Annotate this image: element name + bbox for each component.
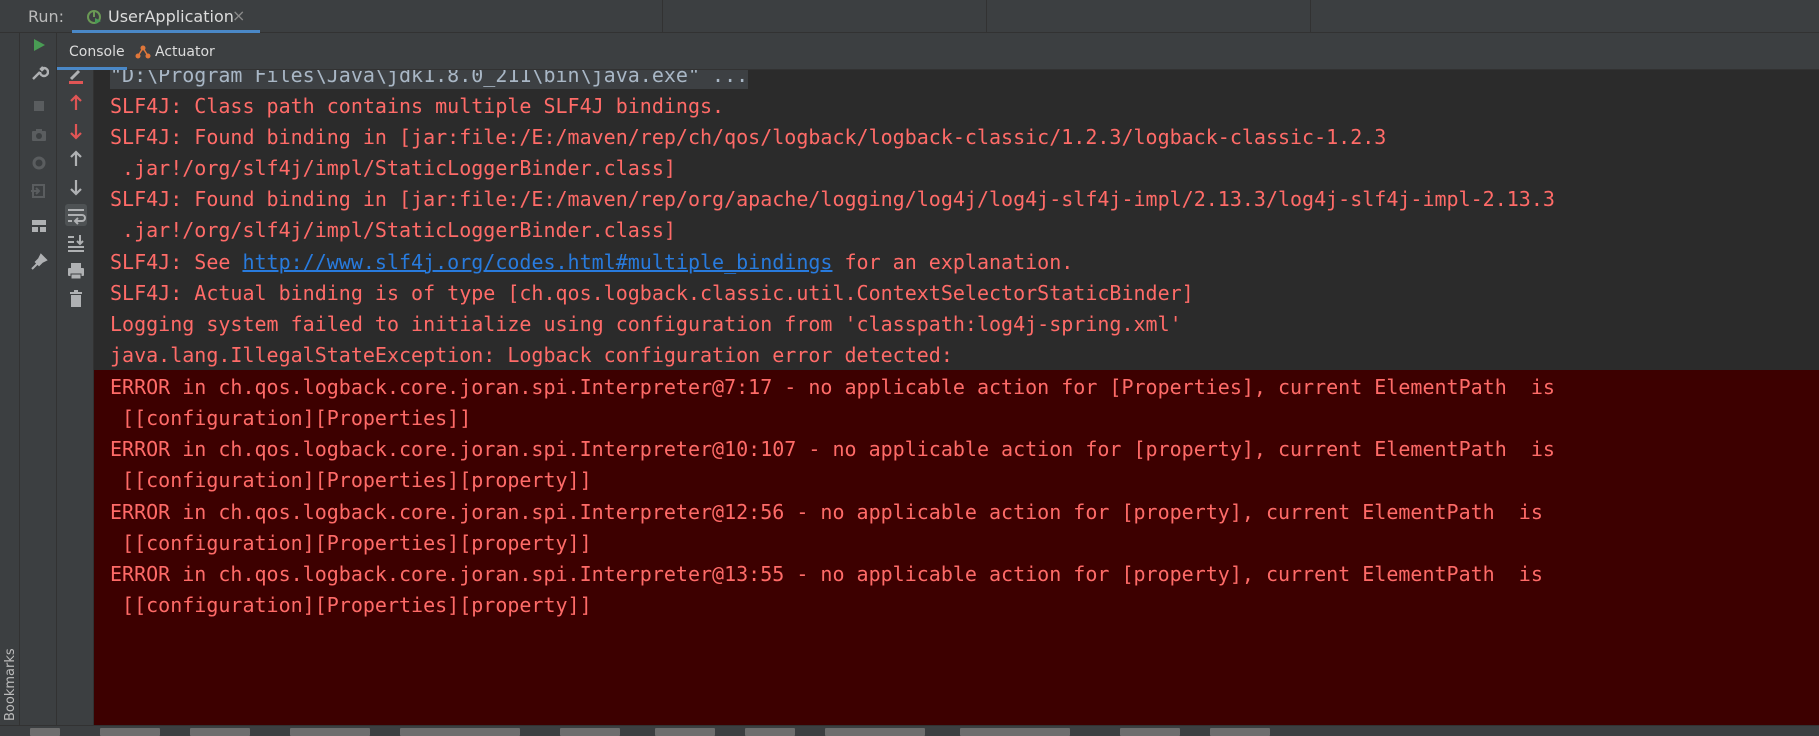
tool-window-button[interactable] — [745, 728, 795, 736]
soft-wrap-icon[interactable] — [65, 204, 87, 226]
divider — [1310, 0, 1311, 33]
layout-icon[interactable] — [29, 216, 49, 236]
run-icon[interactable] — [29, 35, 49, 55]
tab-user-application[interactable]: UserApplication × — [72, 0, 260, 33]
error-line: [[configuration][Properties][property]] — [110, 593, 592, 617]
clear-icon[interactable] — [65, 64, 87, 86]
console-tabs-bar: Console Actuator — [57, 33, 1819, 70]
tool-window-button[interactable] — [655, 728, 715, 736]
tool-window-button[interactable] — [560, 728, 620, 736]
tab-actuator[interactable]: Actuator — [131, 33, 231, 70]
divider — [986, 0, 987, 33]
tool-window-button[interactable] — [30, 728, 60, 736]
actuator-icon — [135, 45, 151, 59]
pin-icon[interactable] — [29, 252, 49, 272]
exit-icon[interactable] — [29, 181, 49, 201]
trash-icon[interactable] — [65, 288, 87, 310]
close-icon[interactable]: × — [232, 6, 245, 25]
tool-window-button[interactable] — [290, 728, 370, 736]
bottom-tool-window-bar — [0, 725, 1819, 736]
tab-actuator-label: Actuator — [155, 44, 215, 60]
left-tool-strip: Bookmarks — [0, 33, 20, 736]
up-red-icon[interactable] — [65, 92, 87, 114]
tab-label: UserApplication — [108, 7, 234, 26]
console-output[interactable]: "D:\Program Files\Java\jdk1.8.0_211\bin\… — [94, 70, 1819, 725]
bookmarks-label: Bookmarks — [3, 648, 18, 721]
camera-icon[interactable] — [29, 125, 49, 145]
tool-window-button[interactable] — [100, 728, 160, 736]
stop-icon[interactable] — [29, 96, 49, 116]
down-red-icon[interactable] — [65, 120, 87, 142]
divider — [662, 0, 663, 33]
run-toolbar: Run: UserApplication × — [0, 0, 1819, 33]
settings-icon[interactable] — [29, 153, 49, 173]
error-line: [[configuration][Properties][property]] — [110, 468, 592, 492]
tool-window-button[interactable] — [825, 728, 925, 736]
scroll-to-end-icon[interactable] — [65, 232, 87, 254]
tool-window-button[interactable] — [400, 728, 520, 736]
tool-window-button[interactable] — [1210, 728, 1270, 736]
tab-console-label: Console — [69, 44, 125, 60]
tool-window-button[interactable] — [960, 728, 1070, 736]
spring-boot-icon — [87, 10, 101, 24]
see-prefix: SLF4J: See — [110, 250, 243, 274]
print-icon[interactable] — [65, 260, 87, 282]
tool-window-button[interactable] — [1120, 728, 1180, 736]
output-line: .jar!/org/slf4j/impl/StaticLoggerBinder.… — [110, 218, 676, 242]
bookmarks-tool-button[interactable]: Bookmarks — [0, 648, 20, 736]
run-tools-column — [20, 33, 57, 725]
console-actions-column — [57, 69, 94, 725]
tool-window-button[interactable] — [190, 728, 250, 736]
command-text: "D:\Program Files\Java\jdk1.8.0_211\bin\… — [110, 70, 749, 89]
multiple-bindings-link[interactable]: http://www.slf4j.org/codes.html#multiple… — [242, 250, 832, 274]
see-suffix: for an explanation. — [832, 250, 1074, 274]
up-arrow-icon[interactable] — [65, 148, 87, 170]
run-label: Run: — [28, 7, 65, 26]
down-arrow-icon[interactable] — [65, 176, 87, 198]
wrench-icon[interactable] — [29, 63, 49, 83]
output-line: java.lang.IllegalStateException: Logback… — [110, 343, 953, 367]
